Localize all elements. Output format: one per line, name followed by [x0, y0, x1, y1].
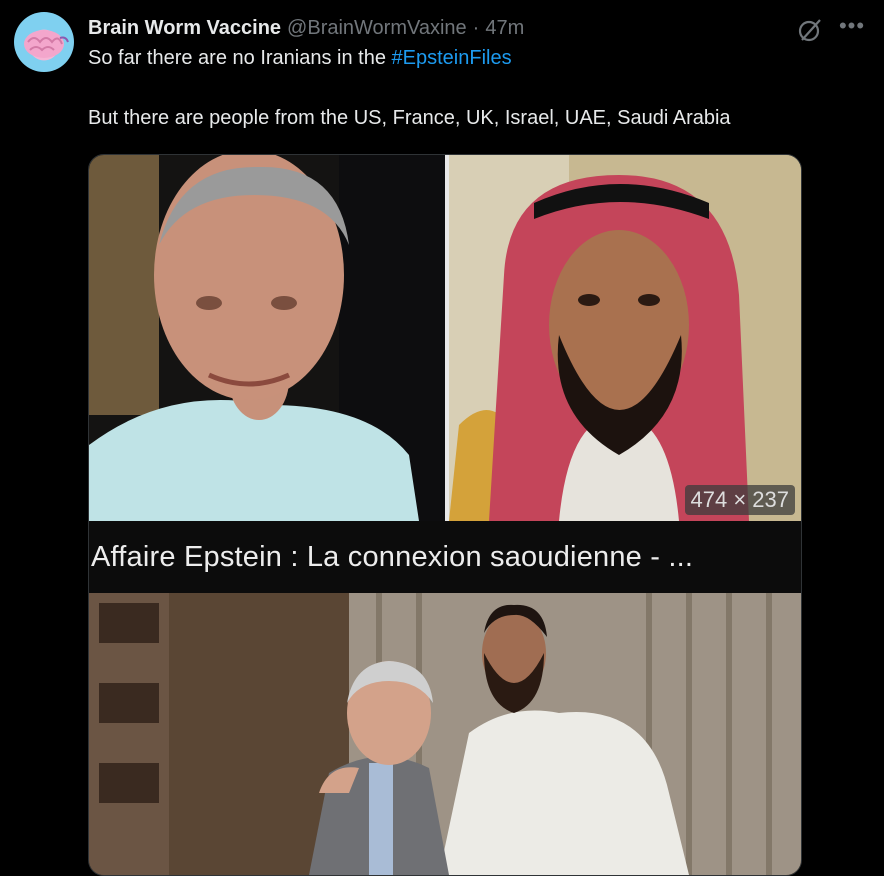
image-dimensions-label: 474 × 237	[684, 485, 795, 515]
author-handle[interactable]: @BrainWormVaxine	[287, 17, 467, 40]
header-separator: ·	[472, 16, 480, 39]
author-avatar[interactable]	[14, 12, 74, 72]
post-header: Brain Worm Vaccine @BrainWormVaxine · 47…	[88, 14, 524, 42]
photo-right-man	[449, 155, 801, 521]
author-name[interactable]: Brain Worm Vaccine	[88, 17, 281, 40]
post-text-line-1: So far there are no Iranians in the #Eps…	[88, 47, 512, 70]
post-text-line-2: But there are people from the US, France…	[88, 107, 731, 129]
hashtag-link[interactable]: #EpsteinFiles	[392, 47, 512, 69]
image-caption: Affaire Epstein : La connexion saoudienn…	[91, 541, 694, 573]
more-icon[interactable]: •••	[838, 15, 866, 44]
photo-left-man	[89, 155, 447, 521]
photo-bottom-two-men	[89, 593, 801, 875]
grok-icon[interactable]	[796, 16, 824, 44]
post-timestamp[interactable]: 47m	[485, 17, 524, 40]
brain-avatar-icon	[24, 30, 69, 58]
post-text-prefix: So far there are no Iranians in the	[88, 47, 392, 69]
post-media[interactable]: 474 × 237 Affaire Epstein : La connexion…	[88, 154, 802, 876]
